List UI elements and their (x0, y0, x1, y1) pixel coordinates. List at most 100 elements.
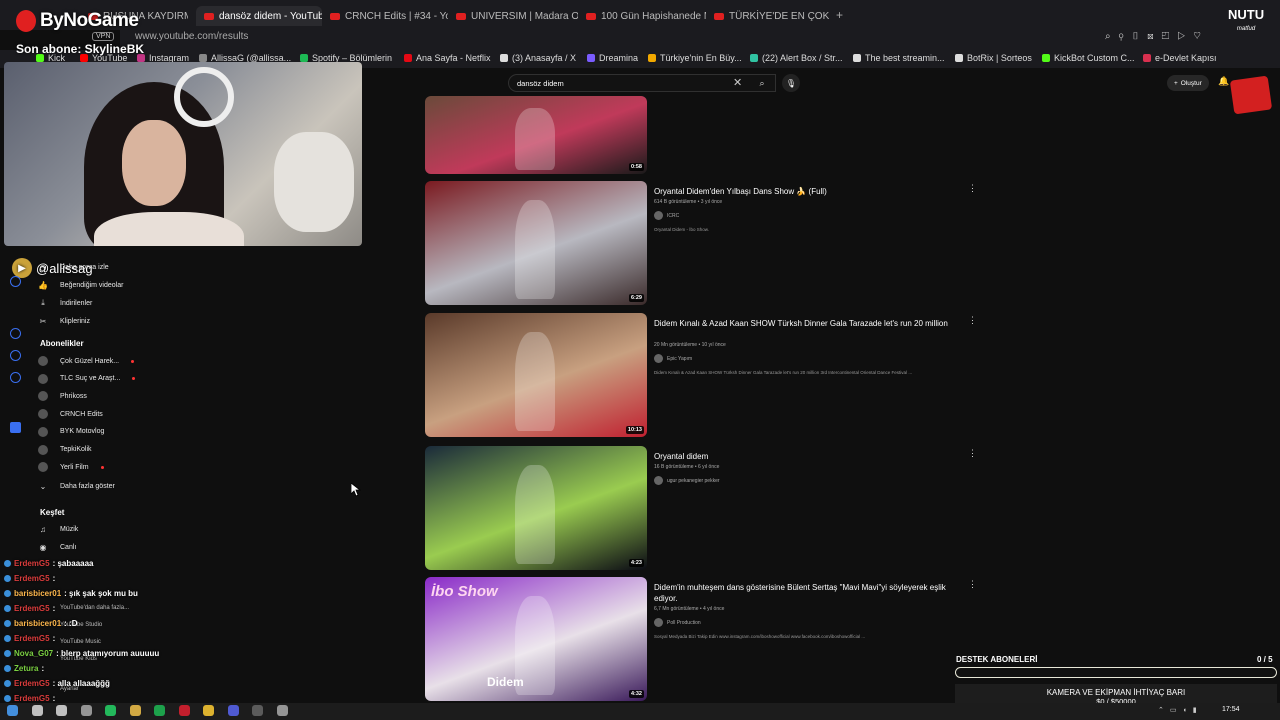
url-text[interactable]: www.youtube.com/results (135, 31, 248, 42)
subscription-item[interactable]: BYK Motovlog (38, 426, 105, 437)
chat-message: Nova_G07: blerp atamıyorum auuuuu (4, 649, 159, 658)
video-title[interactable]: Didem'in muhteşem dans gösterisine Bülen… (654, 582, 954, 604)
search-icon[interactable] (31, 705, 43, 716)
vpn-badge[interactable]: VPN (92, 32, 115, 41)
subscription-item[interactable]: Çok Güzel Harek... (38, 356, 135, 366)
sponsor-logo: ByNoGame (40, 10, 139, 31)
chat-message: ErdemG5: (4, 694, 55, 703)
chat-badge-icon (4, 695, 11, 702)
bynogame-logo-icon (16, 10, 36, 32)
bookmark-item[interactable]: Dreamina (587, 53, 638, 63)
windows-icon[interactable] (7, 705, 18, 716)
chat-message: ErdemG5: alla allaaağğğ (4, 679, 110, 688)
video-channel[interactable]: ugur pekanegier pekker (654, 476, 720, 485)
chat-badge-icon (4, 590, 11, 597)
discord-icon[interactable] (227, 705, 239, 716)
bookmark-item[interactable]: The best streamin... (853, 53, 945, 63)
back-icon[interactable] (80, 705, 92, 716)
volume-icon[interactable]: ◖ (1183, 707, 1193, 714)
bookmark-item[interactable]: Ana Sayfa - Netflix (404, 53, 491, 63)
youtube-favicon-icon (586, 12, 596, 20)
zoom-icon[interactable]: ⌕ (1105, 31, 1119, 42)
rail-history-icon[interactable] (10, 276, 21, 287)
create-button[interactable]: + Oluştur (1167, 75, 1209, 91)
rail-app-icon[interactable] (10, 422, 21, 433)
bookmark-item[interactable]: e-Devlet Kapısı (1143, 53, 1217, 63)
rail-shorts-icon[interactable] (10, 350, 21, 361)
video-title[interactable]: Oryantal didem (654, 451, 954, 462)
system-tray: ⌃▭◖▮ (1158, 706, 1203, 714)
clear-search-icon[interactable]: ✕ (733, 76, 742, 89)
video-channel[interactable]: ICRC (654, 211, 679, 220)
channel-avatar (654, 354, 663, 363)
subscription-label: BYK Motovlog (60, 428, 105, 436)
whatsapp-icon[interactable] (105, 705, 116, 716)
bookmark-icon[interactable]: ▯ (1132, 31, 1148, 42)
sidebar-item[interactable]: ◉ Canlı (38, 542, 77, 552)
play-icon[interactable]: ▷ (1177, 31, 1193, 42)
subscription-item[interactable]: TepkiKolik (38, 444, 92, 455)
browser-tab[interactable]: CRNCH Edits | #34 - You (330, 6, 448, 26)
video-thumbnail[interactable]: 0:58 (425, 96, 647, 174)
chrome-icon[interactable] (203, 705, 214, 716)
notification-bell-icon[interactable]: 🔔 (1218, 76, 1229, 87)
bookmark-item[interactable]: Türkiye'nin En Büy... (648, 53, 742, 63)
channel-name: Epic Yapım (667, 355, 693, 362)
video-channel[interactable]: Epic Yapım (654, 354, 692, 363)
taskbar-clock[interactable]: 17:54 (1222, 706, 1240, 713)
more-options-icon[interactable]: ⋮ (968, 448, 977, 459)
heart-icon[interactable]: ♡ (1193, 31, 1209, 42)
chat-text: : :D (64, 619, 78, 628)
video-title[interactable]: Didem Kınalı & Azad Kaan SHOW Türksh Din… (654, 318, 954, 329)
subscription-item[interactable]: CRNCH Edits (38, 409, 103, 420)
video-thumbnail[interactable]: 4:23 (425, 446, 647, 570)
network-icon[interactable]: ▭ (1170, 707, 1183, 714)
subscription-item[interactable]: Yerli Film (38, 462, 104, 473)
search-icon[interactable]: ⌕ (752, 74, 772, 92)
chevron-up-icon[interactable]: ⌃ (1158, 707, 1170, 714)
video-channel[interactable]: Poll Production (654, 618, 701, 627)
bookmark-item[interactable]: BotRix | Sorteos (955, 53, 1032, 63)
show-more-button[interactable]: ⌄ Daha fazla göster (38, 481, 115, 491)
extension-icon[interactable]: ⊠ (1147, 31, 1161, 42)
more-options-icon[interactable]: ⋮ (968, 183, 977, 194)
bookmark-item[interactable]: (3) Anasayfa / X (500, 53, 576, 63)
pin-icon[interactable]: ⚲ (1119, 31, 1132, 42)
sidebar-item[interactable]: ♫ Müzik (38, 524, 78, 534)
bookmark-item[interactable]: KickBot Custom C... (1042, 53, 1135, 63)
video-thumbnail[interactable]: Didem İbo Show 4:32 (425, 577, 647, 701)
battery-icon[interactable]: ▮ (1193, 707, 1203, 714)
browser-tab[interactable]: TÜRKİYE'DE EN ÇOK YEN (714, 6, 832, 26)
settings-icon[interactable] (276, 705, 288, 716)
sidebar-item[interactable]: ⤓ İndirilenler (38, 298, 92, 308)
files-icon[interactable] (129, 705, 141, 716)
chat-username: ErdemG5 (14, 604, 50, 613)
bookmark-label: e-Devlet Kapısı (1155, 53, 1217, 63)
new-tab-button[interactable]: + (836, 8, 843, 22)
bookmark-item[interactable]: (22) Alert Box / Str... (750, 53, 843, 63)
more-options-icon[interactable]: ⋮ (968, 315, 977, 326)
spotify-icon[interactable] (154, 705, 165, 716)
subscription-item[interactable]: Phrikoss (38, 391, 87, 402)
subscription-item[interactable]: TLC Suç ve Araşt... (38, 373, 136, 384)
task-view-icon[interactable] (56, 705, 67, 716)
browser-tab[interactable]: 100 Gün Hapishanede Ma (586, 6, 706, 26)
browser-tab[interactable]: UNIVERSIM | Madara Old (456, 6, 578, 26)
video-thumbnail[interactable]: 6:29 (425, 181, 647, 305)
tab-label: TÜRKİYE'DE EN ÇOK YEN (729, 10, 832, 22)
mic-icon[interactable]: 🎙 (782, 74, 800, 92)
camera-icon[interactable]: ◰ (1162, 31, 1178, 42)
browser-tab[interactable]: dansöz didem - YouTube (196, 6, 322, 26)
dancer-figure (515, 107, 555, 171)
sidebar-item[interactable]: ◷ Daha sonra izle (38, 262, 109, 272)
opera-icon[interactable] (178, 705, 190, 716)
video-thumbnail[interactable]: 10:13 (425, 313, 647, 437)
sidebar-item[interactable]: ✂ Klipleriniz (38, 316, 90, 326)
live-dot-icon (100, 465, 104, 469)
obs-icon[interactable] (252, 705, 263, 716)
video-title[interactable]: Oryantal Didem'den Yılbaşı Dans Show 🍌 (… (654, 186, 954, 197)
rail-settings-icon[interactable] (10, 372, 21, 383)
more-options-icon[interactable]: ⋮ (968, 579, 977, 590)
rail-playlist-icon[interactable] (10, 328, 21, 339)
sidebar-item[interactable]: 👍 Beğendiğim videolar (38, 280, 123, 290)
